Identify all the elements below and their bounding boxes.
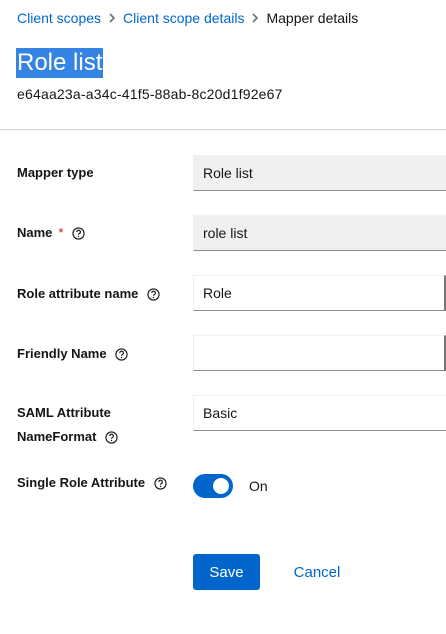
- name-label: Name *: [17, 221, 85, 245]
- single-role-attribute-label: Single Role Attribute: [17, 471, 167, 495]
- help-icon[interactable]: [115, 347, 129, 361]
- help-icon[interactable]: [104, 430, 118, 444]
- single-role-attribute-label-text: Single Role Attribute: [17, 475, 146, 490]
- help-icon[interactable]: [71, 226, 85, 240]
- toggle-state-label: On: [249, 478, 268, 494]
- mapper-type-label-text: Mapper type: [17, 165, 94, 180]
- header-divider: [0, 129, 446, 130]
- help-icon[interactable]: [153, 476, 167, 490]
- toggle-knob: [213, 478, 229, 494]
- single-role-attribute-toggle[interactable]: [193, 474, 233, 498]
- cancel-button[interactable]: Cancel: [280, 554, 354, 590]
- role-attribute-name-label-text: Role attribute name: [17, 286, 139, 301]
- friendly-name-input[interactable]: [193, 335, 446, 371]
- mapper-id: e64aa23a-a34c-41f5-88ab-8c20d1f92e67: [17, 86, 283, 102]
- page-title: Role list: [16, 48, 104, 78]
- saml-attribute-label-line1: SAML Attribute: [17, 405, 111, 420]
- chevron-right-icon: [101, 9, 123, 27]
- role-attribute-name-input[interactable]: [193, 275, 446, 311]
- name-label-text: Name: [17, 225, 53, 240]
- saml-attribute-nameformat-label: SAML Attribute NameFormat: [17, 401, 118, 449]
- saml-attribute-label-line2: NameFormat: [17, 429, 97, 444]
- save-button[interactable]: Save: [193, 554, 260, 590]
- friendly-name-label-text: Friendly Name: [17, 346, 107, 361]
- name-field: role list: [193, 215, 446, 251]
- breadcrumb: Client scopes Client scope details Mappe…: [17, 9, 358, 27]
- mapper-details-page: Client scopes Client scope details Mappe…: [0, 0, 446, 634]
- chevron-right-icon: [244, 9, 266, 27]
- breadcrumb-mapper-details: Mapper details: [266, 10, 359, 26]
- breadcrumb-client-scope-details[interactable]: Client scope details: [123, 9, 244, 27]
- breadcrumb-client-scopes[interactable]: Client scopes: [17, 9, 101, 27]
- mapper-type-label: Mapper type: [17, 161, 94, 185]
- help-icon[interactable]: [146, 287, 160, 301]
- required-mark: *: [58, 225, 64, 240]
- mapper-type-field: Role list: [193, 155, 446, 191]
- friendly-name-label: Friendly Name: [17, 342, 129, 366]
- saml-attribute-nameformat-select[interactable]: Basic: [193, 395, 446, 431]
- role-attribute-name-label: Role attribute name: [17, 282, 160, 306]
